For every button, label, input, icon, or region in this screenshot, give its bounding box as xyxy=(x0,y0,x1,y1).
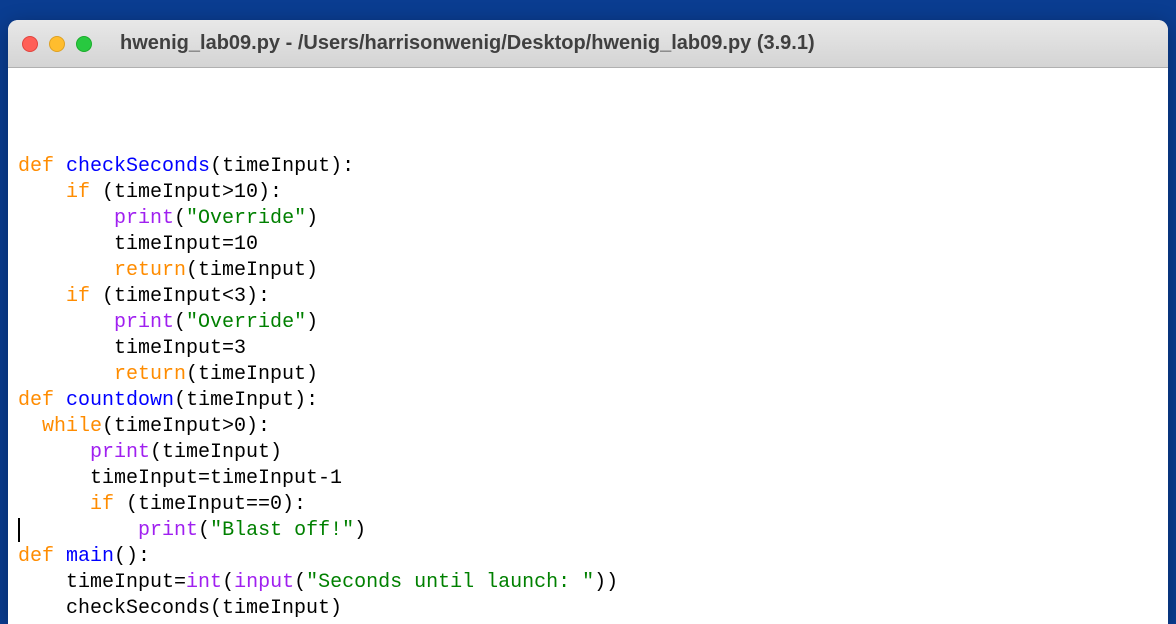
code-line[interactable]: def main(): xyxy=(18,544,1158,570)
token-kw: if xyxy=(66,285,90,308)
code-line[interactable]: timeInput=timeInput-1 xyxy=(18,466,1158,492)
token-kw: return xyxy=(114,363,186,386)
code-line[interactable]: print(timeInput) xyxy=(18,440,1158,466)
code-line[interactable]: if (timeInput<3): xyxy=(18,284,1158,310)
code-line[interactable]: if (timeInput==0): xyxy=(18,492,1158,518)
zoom-button[interactable] xyxy=(76,36,92,52)
token-fn: main xyxy=(66,545,114,568)
token-builtin: print xyxy=(114,311,174,334)
token-str: "Seconds until launch: " xyxy=(306,571,594,594)
token-kw: while xyxy=(42,415,102,438)
traffic-lights xyxy=(22,36,92,52)
token-builtin: int xyxy=(186,571,222,594)
token-fn: countdown xyxy=(66,389,174,412)
token-kw: return xyxy=(114,259,186,282)
code-line[interactable]: if (timeInput>10): xyxy=(18,180,1158,206)
code-line[interactable]: while(timeInput>0): xyxy=(18,414,1158,440)
editor-window: hwenig_lab09.py - /Users/harrisonwenig/D… xyxy=(8,20,1168,624)
code-editor[interactable]: def checkSeconds(timeInput): if (timeInp… xyxy=(8,68,1168,624)
code-line[interactable]: timeInput=int(input("Seconds until launc… xyxy=(18,570,1158,596)
code-line[interactable]: def countdown(timeInput): xyxy=(18,388,1158,414)
code-line[interactable]: return(timeInput) xyxy=(18,258,1158,284)
code-line[interactable]: print("Override") xyxy=(18,310,1158,336)
token-builtin: input xyxy=(234,571,294,594)
token-fn: checkSeconds xyxy=(66,155,210,178)
token-builtin: print xyxy=(138,519,198,542)
token-str: "Override" xyxy=(186,311,306,334)
code-line[interactable]: checkSeconds(timeInput) xyxy=(18,596,1158,622)
code-line[interactable]: def checkSeconds(timeInput): xyxy=(18,154,1158,180)
code-line[interactable]: print("Blast off!") xyxy=(18,518,1158,544)
close-button[interactable] xyxy=(22,36,38,52)
token-str: "Override" xyxy=(186,207,306,230)
token-builtin: print xyxy=(114,207,174,230)
code-line[interactable]: return(timeInput) xyxy=(18,362,1158,388)
code-line[interactable]: timeInput=3 xyxy=(18,336,1158,362)
token-kw: def xyxy=(18,389,54,412)
minimize-button[interactable] xyxy=(49,36,65,52)
token-kw: def xyxy=(18,155,54,178)
titlebar[interactable]: hwenig_lab09.py - /Users/harrisonwenig/D… xyxy=(8,20,1168,68)
window-title: hwenig_lab09.py - /Users/harrisonwenig/D… xyxy=(92,32,1154,55)
token-kw: if xyxy=(66,181,90,204)
code-line[interactable]: timeInput=10 xyxy=(18,232,1158,258)
token-kw: def xyxy=(18,545,54,568)
token-str: "Blast off!" xyxy=(210,519,354,542)
token-builtin: print xyxy=(90,441,150,464)
token-kw: if xyxy=(90,493,114,516)
code-line[interactable]: print("Override") xyxy=(18,206,1158,232)
text-cursor xyxy=(18,518,20,542)
